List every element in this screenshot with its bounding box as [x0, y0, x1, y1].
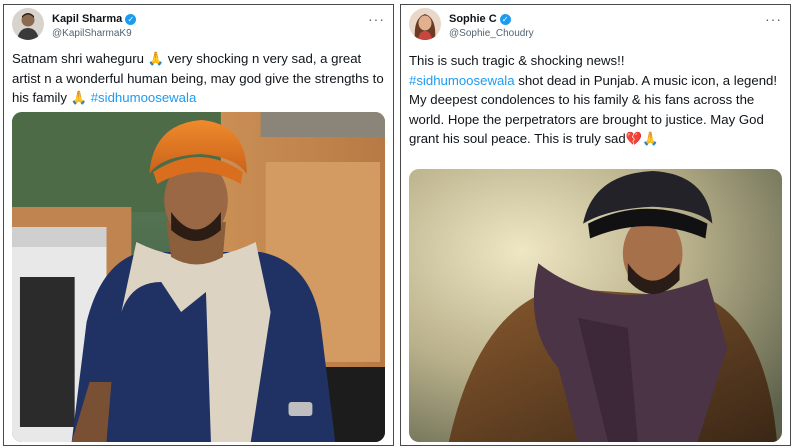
- tweet-media-photo[interactable]: [12, 112, 385, 442]
- author-name[interactable]: Kapil Sharma ✓: [52, 13, 137, 25]
- hashtag-link[interactable]: #sidhumoosewala: [409, 73, 515, 88]
- author-name[interactable]: Sophie C ✓: [449, 13, 511, 25]
- more-options-icon[interactable]: ···: [368, 11, 385, 27]
- verified-badge-icon: ✓: [499, 13, 511, 25]
- tweet-text: Satnam shri waheguru 🙏 very shocking n v…: [12, 51, 384, 105]
- author-handle[interactable]: @KapilSharmaK9: [52, 28, 132, 39]
- tweet-card-kapil[interactable]: Kapil Sharma ✓ @KapilSharmaK9 ··· Satnam…: [3, 4, 394, 446]
- avatar[interactable]: [12, 8, 44, 40]
- tweet-card-sophie[interactable]: Sophie C ✓ @Sophie_Choudry ··· This is s…: [400, 4, 791, 446]
- more-options-icon[interactable]: ···: [765, 11, 782, 27]
- hashtag-link[interactable]: #sidhumoosewala: [91, 90, 197, 105]
- avatar[interactable]: [409, 8, 441, 40]
- tweet-media-photo[interactable]: [409, 169, 782, 442]
- verified-badge-icon: ✓: [125, 13, 137, 25]
- tweet-header: Kapil Sharma ✓ @KapilSharmaK9 ···: [4, 7, 393, 47]
- author-handle[interactable]: @Sophie_Choudry: [449, 28, 534, 39]
- tweet-header: Sophie C ✓ @Sophie_Choudry ···: [401, 7, 790, 47]
- tweet-text: This is such tragic & shocking news!! #si…: [409, 53, 778, 146]
